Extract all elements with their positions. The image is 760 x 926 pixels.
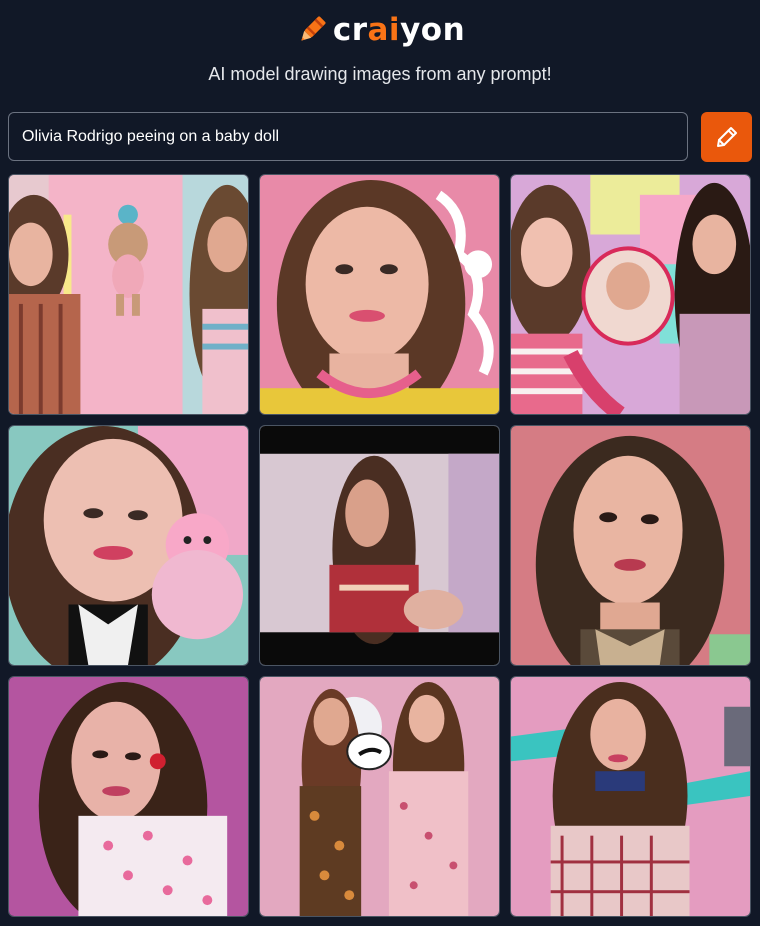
tagline: AI model drawing images from any prompt! xyxy=(208,64,552,84)
result-image-2[interactable] xyxy=(259,174,500,415)
prompt-input[interactable] xyxy=(8,112,688,161)
result-image-9[interactable] xyxy=(510,676,751,917)
result-image-3[interactable] xyxy=(510,174,751,415)
pencil-icon xyxy=(716,127,737,147)
craiyon-page: craiyon AI model drawing images from any… xyxy=(0,0,760,926)
results-grid xyxy=(8,174,752,918)
brand-name-accent: ai xyxy=(367,12,401,48)
crayon-icon xyxy=(301,16,326,41)
result-image-7-picture xyxy=(9,677,248,916)
result-image-4[interactable] xyxy=(8,425,249,666)
result-image-8-picture xyxy=(260,677,499,916)
result-image-8[interactable] xyxy=(259,676,500,917)
draw-button[interactable] xyxy=(701,112,752,162)
result-image-5-picture xyxy=(260,426,499,665)
brand-logo[interactable]: craiyon xyxy=(0,10,760,50)
result-image-2-picture xyxy=(260,175,499,414)
result-image-1[interactable] xyxy=(8,174,249,415)
result-image-9-picture xyxy=(511,677,750,916)
result-image-6[interactable] xyxy=(510,425,751,666)
brand-name: craiyon xyxy=(333,10,465,50)
result-image-6-picture xyxy=(511,426,750,665)
result-image-3-picture xyxy=(511,175,750,414)
result-image-4-picture xyxy=(9,426,248,665)
result-image-7[interactable] xyxy=(8,676,249,917)
brand-name-prefix: cr xyxy=(332,12,368,48)
result-image-1-picture xyxy=(9,175,248,414)
brand-name-suffix: yon xyxy=(400,12,466,48)
result-image-5[interactable] xyxy=(259,425,500,666)
